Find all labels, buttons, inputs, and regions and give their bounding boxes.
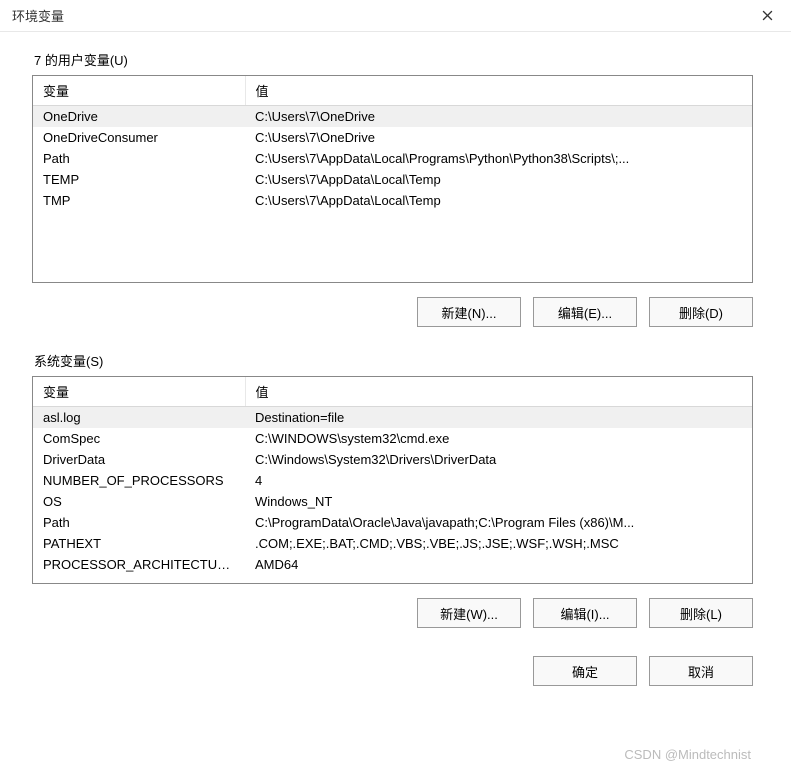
cell-variable: PROCESSOR_ARCHITECTURE <box>33 554 245 575</box>
table-row[interactable]: OneDriveConsumerC:\Users\7\OneDrive <box>33 127 752 148</box>
cell-variable: TEMP <box>33 169 245 190</box>
cell-variable: ComSpec <box>33 428 245 449</box>
system-variables-group: 系统变量(S) 变量 值 asl.logDestination=fileComS… <box>32 351 753 628</box>
user-variables-table[interactable]: 变量 值 OneDriveC:\Users\7\OneDriveOneDrive… <box>32 75 753 283</box>
cell-variable: Path <box>33 512 245 533</box>
cell-variable: DriverData <box>33 449 245 470</box>
titlebar: 环境变量 <box>0 0 791 32</box>
cell-value: .COM;.EXE;.BAT;.CMD;.VBS;.VBE;.JS;.JSE;.… <box>245 533 752 554</box>
ok-button[interactable]: 确定 <box>533 656 637 686</box>
cell-variable: TMP <box>33 190 245 211</box>
cell-value: AMD64 <box>245 554 752 575</box>
cell-value: C:\Users\7\OneDrive <box>245 106 752 128</box>
system-variables-table[interactable]: 变量 值 asl.logDestination=fileComSpecC:\WI… <box>32 376 753 584</box>
cell-variable: OneDriveConsumer <box>33 127 245 148</box>
user-new-button[interactable]: 新建(N)... <box>417 297 521 327</box>
cell-variable: OneDrive <box>33 106 245 128</box>
cell-variable: OS <box>33 491 245 512</box>
system-delete-button[interactable]: 删除(L) <box>649 598 753 628</box>
user-delete-button[interactable]: 删除(D) <box>649 297 753 327</box>
watermark: CSDN @Mindtechnist <box>624 747 751 762</box>
user-button-row: 新建(N)... 编辑(E)... 删除(D) <box>32 297 753 327</box>
dialog-footer: 确定 取消 <box>32 656 753 686</box>
column-header-value[interactable]: 值 <box>245 377 752 407</box>
table-row[interactable]: PATHEXT.COM;.EXE;.BAT;.CMD;.VBS;.VBE;.JS… <box>33 533 752 554</box>
close-icon[interactable] <box>755 4 779 28</box>
cancel-button[interactable]: 取消 <box>649 656 753 686</box>
table-row[interactable]: DriverDataC:\Windows\System32\Drivers\Dr… <box>33 449 752 470</box>
system-edit-button[interactable]: 编辑(I)... <box>533 598 637 628</box>
table-row[interactable]: PROCESSOR_ARCHITECTUREAMD64 <box>33 554 752 575</box>
user-edit-button[interactable]: 编辑(E)... <box>533 297 637 327</box>
cell-variable: NUMBER_OF_PROCESSORS <box>33 470 245 491</box>
cell-value: Destination=file <box>245 407 752 429</box>
column-header-value[interactable]: 值 <box>245 76 752 106</box>
cell-variable: PATHEXT <box>33 533 245 554</box>
user-variables-label: 7 的用户变量(U) <box>32 50 753 69</box>
column-header-variable[interactable]: 变量 <box>33 377 245 407</box>
cell-value: C:\WINDOWS\system32\cmd.exe <box>245 428 752 449</box>
cell-variable: asl.log <box>33 407 245 429</box>
dialog-body: 7 的用户变量(U) 变量 值 OneDriveC:\Users\7\OneDr… <box>0 32 791 706</box>
cell-value: C:\ProgramData\Oracle\Java\javapath;C:\P… <box>245 512 752 533</box>
table-row[interactable]: OSWindows_NT <box>33 491 752 512</box>
table-row[interactable]: TMPC:\Users\7\AppData\Local\Temp <box>33 190 752 211</box>
system-button-row: 新建(W)... 编辑(I)... 删除(L) <box>32 598 753 628</box>
cell-value: C:\Windows\System32\Drivers\DriverData <box>245 449 752 470</box>
cell-value: C:\Users\7\AppData\Local\Programs\Python… <box>245 148 752 169</box>
cell-value: C:\Users\7\AppData\Local\Temp <box>245 190 752 211</box>
cell-value: Windows_NT <box>245 491 752 512</box>
table-row[interactable]: NUMBER_OF_PROCESSORS4 <box>33 470 752 491</box>
table-row[interactable]: ComSpecC:\WINDOWS\system32\cmd.exe <box>33 428 752 449</box>
system-new-button[interactable]: 新建(W)... <box>417 598 521 628</box>
system-variables-label: 系统变量(S) <box>32 351 753 370</box>
table-row[interactable]: PathC:\ProgramData\Oracle\Java\javapath;… <box>33 512 752 533</box>
table-row[interactable]: OneDriveC:\Users\7\OneDrive <box>33 106 752 128</box>
cell-value: C:\Users\7\AppData\Local\Temp <box>245 169 752 190</box>
window-title: 环境变量 <box>12 6 64 25</box>
cell-value: 4 <box>245 470 752 491</box>
table-row[interactable]: PathC:\Users\7\AppData\Local\Programs\Py… <box>33 148 752 169</box>
cell-variable: Path <box>33 148 245 169</box>
user-variables-group: 7 的用户变量(U) 变量 值 OneDriveC:\Users\7\OneDr… <box>32 50 753 327</box>
table-row[interactable]: TEMPC:\Users\7\AppData\Local\Temp <box>33 169 752 190</box>
table-row[interactable]: asl.logDestination=file <box>33 407 752 429</box>
column-header-variable[interactable]: 变量 <box>33 76 245 106</box>
cell-value: C:\Users\7\OneDrive <box>245 127 752 148</box>
